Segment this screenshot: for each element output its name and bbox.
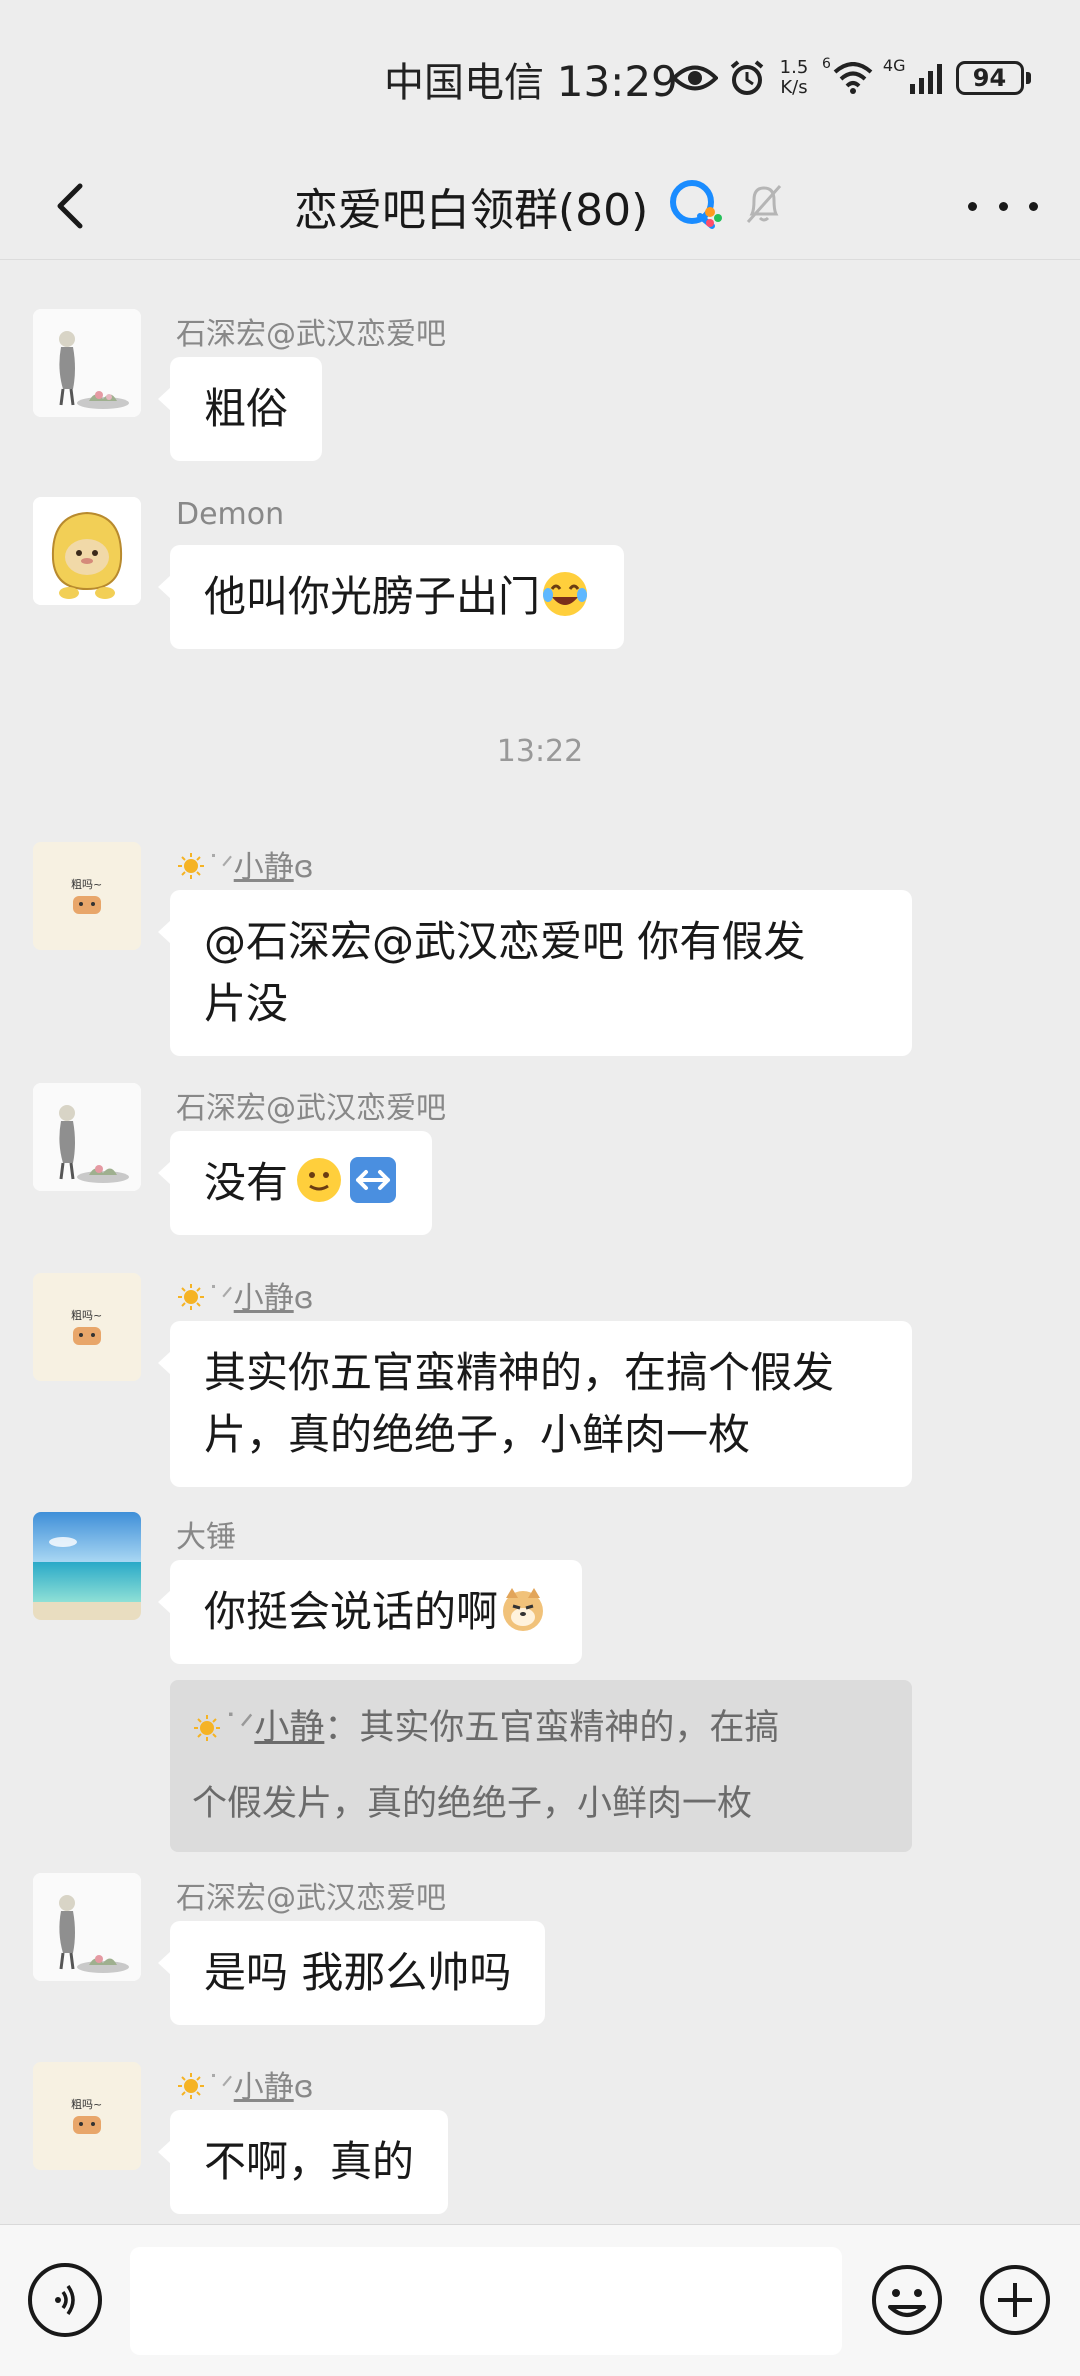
message-text-line: 其实你五官蛮精神的，在搞个假发	[204, 1348, 835, 1397]
beach-photo-icon	[33, 1512, 141, 1620]
message-bubble[interactable]: @石深宏@武汉恋爱吧 你有假发 片没	[158, 890, 912, 1056]
more-dots-icon[interactable]	[968, 186, 1038, 226]
smiley-icon[interactable]	[870, 2263, 944, 2337]
clock: 13:29	[556, 57, 678, 106]
quote-sender: 小静	[254, 1708, 325, 1748]
network-speed: 1.5 K/s	[776, 58, 812, 98]
avatar-shishenhong[interactable]	[33, 309, 141, 417]
sender-nickname: 小静	[233, 2070, 294, 2105]
left-right-arrow-emoji-icon	[350, 1157, 397, 1203]
message-text-line: @石深宏@武汉恋爱吧 你有假发	[204, 917, 806, 966]
chat-title[interactable]: 恋爱吧白领群(80)	[294, 174, 648, 238]
cat-sticker-icon	[33, 842, 141, 950]
avatar-caption: 粗吗~	[71, 1309, 103, 1322]
signal-icon	[909, 64, 942, 94]
avatar-caption: 粗吗~	[71, 2098, 103, 2111]
carrier-label: 中国电信	[384, 60, 544, 106]
message-text: 他叫你光膀子出门	[204, 572, 541, 621]
chat-header: 恋爱吧白领群(80)	[0, 150, 1080, 260]
avatar-xiaojing[interactable]: 粗吗~	[33, 2062, 141, 2170]
cat-sticker-icon	[33, 2062, 141, 2170]
status-carrier-time: 中国电信 13:29	[384, 50, 678, 108]
sender-decoration: ɞ	[293, 850, 314, 885]
sender-decoration: ɞ	[293, 1281, 314, 1316]
qq-chat-icon	[670, 180, 722, 229]
avatar-dachui[interactable]	[33, 1512, 141, 1620]
avatar-xiaojing[interactable]: 粗吗~	[33, 842, 141, 950]
dot	[998, 201, 1008, 211]
person-sketch-icon	[33, 309, 141, 417]
voice-icon	[55, 2284, 75, 2316]
eye-icon	[672, 65, 718, 91]
message-bubble[interactable]: 不啊，真的	[157, 2110, 449, 2214]
avatar-shishenhong[interactable]	[33, 1083, 141, 1191]
sender-name: 石深宏@武汉恋爱吧	[176, 317, 446, 352]
sender-nickname: 小静	[233, 850, 294, 885]
cat-sticker-icon	[33, 1273, 141, 1381]
avatar-demon[interactable]	[33, 497, 141, 605]
message-text-line: 片，真的绝绝子，小鲜肉一枚	[204, 1410, 751, 1459]
sender-name: Demon	[176, 497, 285, 532]
time-separator: 13:22	[496, 734, 584, 769]
status-icons: 1.5 K/s 6 4G 94	[672, 56, 1031, 100]
message-text: 你挺会说话的啊	[204, 1587, 499, 1636]
sender-name: 石深宏@武汉恋爱吧	[176, 1091, 446, 1126]
message-input[interactable]	[130, 2247, 842, 2355]
message-bubble[interactable]: 是吗 我那么帅吗	[157, 1921, 546, 2025]
cartoon-bear-icon	[33, 497, 141, 605]
message-text: 不啊，真的	[204, 2137, 415, 2186]
message-text-line: 片没	[204, 979, 289, 1028]
wifi-icon	[833, 62, 873, 94]
sun-icon	[178, 2073, 204, 2099]
net-speed-value: 1.5	[779, 57, 809, 78]
dot	[1029, 201, 1038, 211]
battery-indicator: 94	[955, 61, 1031, 95]
person-sketch-icon	[33, 1083, 141, 1191]
doge-emoji-icon	[503, 1588, 544, 1631]
laughing-tears-emoji-icon	[543, 572, 588, 616]
message-bubble[interactable]: 其实你五官蛮精神的，在搞个假发 片，真的绝绝子，小鲜肉一枚	[158, 1321, 912, 1487]
input-bar	[0, 2224, 1080, 2376]
message-bubble[interactable]: 他叫你光膀子出门	[157, 545, 625, 649]
sender-name: ˙ᐟ小静ɞ	[176, 842, 314, 886]
net-speed-unit: K/s	[780, 77, 808, 98]
sender-name: 石深宏@武汉恋爱吧	[176, 1881, 446, 1916]
sender-name: ˙ᐟ小静ɞ	[176, 1273, 314, 1317]
message-text: 粗俗	[204, 384, 289, 433]
battery-tip	[1025, 72, 1031, 84]
avatar-shishenhong[interactable]	[33, 1873, 141, 1981]
cell-label: 4G	[882, 56, 906, 75]
message-bubble[interactable]: 你挺会说话的啊	[157, 1560, 583, 1664]
status-bar: 中国电信 13:29 1.5 K/s 6 4G 94	[0, 0, 1080, 150]
dot	[968, 201, 977, 211]
slight-smile-emoji-icon	[297, 1158, 342, 1202]
sender-decoration: ɞ	[293, 2070, 314, 2105]
battery-level: 94	[955, 61, 1024, 95]
sender-nickname: 小静	[233, 1281, 294, 1316]
quoted-message[interactable]: ˙ᐟ小静：其实你五官蛮精神的，在搞 个假发片，真的绝绝子，小鲜肉一枚	[170, 1680, 912, 1852]
voice-button[interactable]	[28, 2263, 102, 2337]
person-sketch-icon	[33, 1873, 141, 1981]
sun-icon	[178, 853, 204, 879]
sun-icon	[194, 1715, 220, 1741]
message-text: 没有	[204, 1158, 289, 1207]
sun-icon	[178, 1284, 204, 1310]
avatar-caption: 粗吗~	[71, 878, 103, 891]
avatar-xiaojing[interactable]: 粗吗~	[33, 1273, 141, 1381]
message-text: 是吗 我那么帅吗	[204, 1948, 512, 1997]
sender-name: 大锤	[176, 1520, 236, 1555]
sender-name: ˙ᐟ小静ɞ	[176, 2062, 314, 2106]
message-bubble[interactable]: 没有	[157, 1131, 433, 1235]
wifi-label: 6	[822, 56, 831, 72]
alarm-icon	[730, 60, 764, 95]
quote-text: ：其实你五官蛮精神的，在搞	[324, 1708, 780, 1748]
quote-line: ˙ᐟ小静：其实你五官蛮精神的，在搞	[192, 1690, 890, 1766]
bell-off-icon	[746, 185, 782, 223]
chevron-left-icon[interactable]	[44, 178, 100, 234]
message-bubble[interactable]: 粗俗	[157, 357, 323, 461]
quote-line: 个假发片，真的绝绝子，小鲜肉一枚	[192, 1784, 753, 1824]
plus-icon[interactable]	[978, 2263, 1052, 2337]
